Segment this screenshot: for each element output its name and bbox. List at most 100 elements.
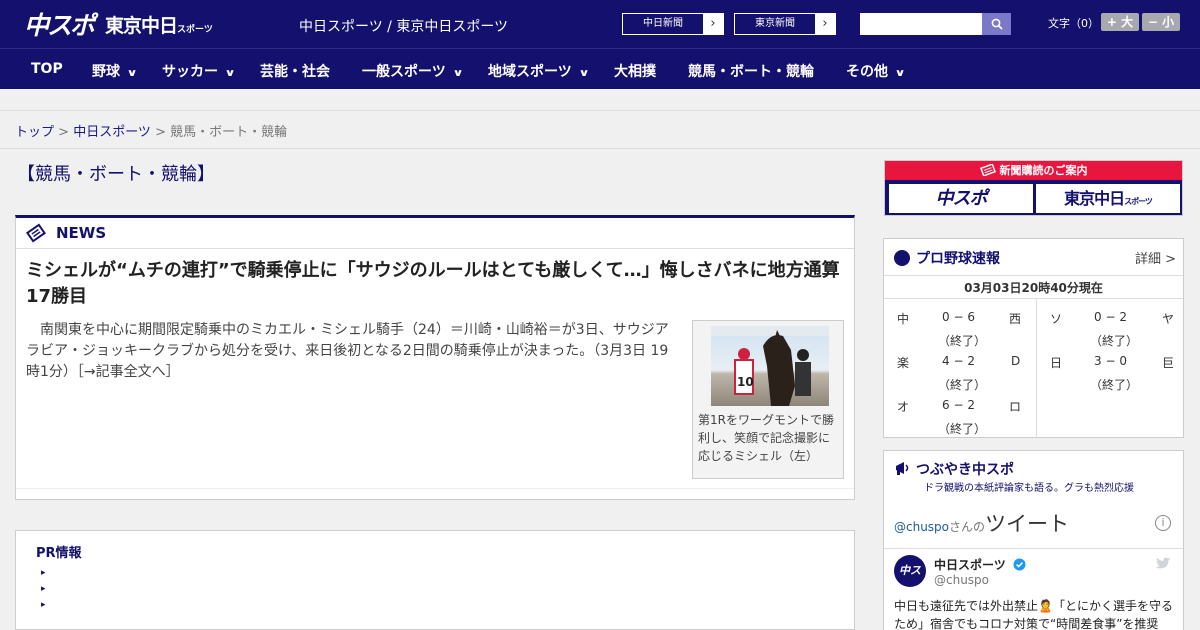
search-input[interactable] [860, 13, 982, 35]
news-photo-image: 10 [711, 326, 829, 406]
divider [884, 548, 1183, 549]
megaphone-icon [896, 462, 909, 475]
game-score[interactable]: 3 − 0 [1094, 354, 1127, 368]
divider [1036, 299, 1037, 438]
site-logo[interactable]: 中スポ 東京中日スポーツ [24, 9, 213, 40]
game-home-team: 中 [897, 312, 910, 326]
baseball-details-link[interactable]: 詳細 > [1135, 248, 1176, 267]
game-away-team: 巨 [1162, 356, 1175, 370]
baseball-scores: プロ野球速報 詳細 > 03月03日20時40分現在 中 0 − 6 （終了） … [883, 238, 1184, 438]
news-label: NEWS [56, 224, 107, 242]
newspaper-icon [979, 163, 996, 177]
breadcrumb-current: 競馬・ボート・競輪 [170, 125, 288, 140]
news-headline[interactable]: ミシェルが“ムチの連打”で騎乗停止に「サウジのルールはとても厳しくて…」悔しさバ… [26, 258, 848, 310]
pr-link-1[interactable]: ▸ [41, 568, 46, 578]
baseball-title: プロ野球速報 [894, 248, 1000, 268]
twitter-subtitle: ドラ観戦の本紙評論家も語る。グラも熱烈応援 [924, 483, 1134, 494]
search-button[interactable] [982, 13, 1011, 35]
sub-strip [0, 89, 1200, 111]
news-header: NEWS [16, 218, 854, 249]
site-name[interactable]: 中日スポーツ / 東京中日スポーツ [299, 16, 508, 36]
game-status: （終了） [1090, 334, 1139, 348]
game-home-team: 楽 [897, 356, 910, 370]
game-status: （終了） [938, 422, 987, 436]
subscription-bar: 新聞購読のご案内 [885, 161, 1182, 180]
logo-chuspo: 中スポ [24, 11, 95, 40]
game-away-team: ヤ [1162, 312, 1175, 326]
avatar[interactable]: 中スポ [894, 555, 926, 609]
subscribe-tokyo-chunichi-button[interactable]: 東京中日スポーツ [1036, 184, 1180, 213]
jockey-horse-image: 10 [711, 326, 829, 406]
game-status: （終了） [938, 334, 987, 348]
breadcrumb-section[interactable]: 中日スポーツ [73, 125, 151, 140]
breadcrumb-top[interactable]: トップ [15, 125, 54, 140]
font-smaller-button[interactable]: − 小 [1142, 13, 1180, 31]
nav-item-soccer[interactable]: サッカー ∨ [162, 61, 236, 81]
search-icon [991, 18, 1003, 30]
game-away-team: 西 [1009, 312, 1022, 326]
news-photo-caption: 第1Rをワーグモントで勝利し、笑顔で記念撮影に応じるミシェル（左） [698, 413, 834, 463]
chevron-right-icon: › [815, 14, 835, 34]
info-icon[interactable]: i [1155, 515, 1171, 531]
breadcrumb: トップ > 中日スポーツ > 競馬・ボート・競輪 [15, 125, 288, 140]
baseball-updated-time: 03月03日20時40分現在 [884, 275, 1183, 299]
chevron-down-icon: ∨ [894, 68, 906, 79]
game-away-team: D [1011, 354, 1021, 368]
nav-item-other[interactable]: その他 ∨ [846, 61, 906, 81]
tokyo-shinbun-link[interactable]: 東京新聞 › [734, 13, 836, 35]
font-larger-button[interactable]: + 大 [1101, 13, 1139, 31]
game-score[interactable]: 4 − 2 [942, 354, 975, 368]
chevron-down-icon: ∨ [578, 68, 590, 79]
game-score[interactable]: 6 − 2 [942, 398, 975, 412]
news-photo[interactable]: 10 第1Rをワーグモントで勝利し、笑顔で記念撮影に応じるミシェル（左） [692, 320, 844, 479]
subscription-banner: 新聞購読のご案内 中スポ 東京中日スポーツ [884, 160, 1183, 216]
nav-item-sumo[interactable]: 大相撲 [614, 61, 656, 81]
baseball-icon [894, 250, 910, 266]
divider [0, 148, 1200, 149]
twitter-bird-icon[interactable] [1155, 557, 1171, 571]
game-home-team: ソ [1050, 312, 1063, 326]
game-home-team: オ [897, 400, 910, 414]
chunichi-shinbun-link[interactable]: 中日新聞 › [622, 13, 724, 35]
twitter-title: つぶやき中スポ [894, 459, 1014, 479]
main-nav: TOP 野球 ∨ サッカー ∨ 芸能・社会 一般スポーツ ∨ 地域スポーツ ∨ 大相撲 … [0, 48, 1200, 89]
news-lead[interactable]: 南関東を中心に期間限定騎乗中のミカエル・ミシェル騎手（24）＝川崎・山崎裕＝が3… [26, 320, 678, 383]
nav-item-general-sports[interactable]: 一般スポーツ ∨ [362, 61, 464, 81]
pr-box: PR情報 ▸ ▸ ▸ [15, 530, 855, 630]
subscribe-chuspo-button[interactable]: 中スポ [889, 184, 1033, 213]
pr-link-3[interactable]: ▸ [41, 600, 46, 610]
nav-item-baseball[interactable]: 野球 ∨ [92, 61, 138, 81]
game-status: （終了） [1090, 378, 1139, 392]
twitter-widget: つぶやき中スポ ドラ観戦の本紙評論家も語る。グラも熱烈応援 @chuspoさんの… [883, 450, 1184, 630]
pr-title: PR情報 [36, 546, 82, 561]
game-score[interactable]: 0 − 6 [942, 310, 975, 324]
game-away-team: ロ [1009, 400, 1022, 414]
chevron-down-icon: ∨ [224, 68, 236, 79]
svg-text:10: 10 [737, 375, 754, 389]
tweet-user-handle[interactable]: @chuspo [934, 573, 989, 587]
chevron-right-icon: › [703, 14, 723, 34]
verified-icon [1013, 558, 1026, 571]
tweet-body[interactable]: 中日も遠征先では外出禁止🙎「とにかく選手を守るため」宿舎でもコロナ対策で“時間差… [894, 597, 1174, 630]
twitter-timeline-header: @chuspoさんのツイート [894, 512, 1070, 536]
newspaper-icon [26, 223, 46, 243]
game-status: （終了） [938, 378, 987, 392]
news-box: NEWS ミシェルが“ムチの連打”で騎乗停止に「サウジのルールはとても厳しくて…… [15, 215, 855, 500]
page-title: 【競馬・ボート・競輪】 [17, 164, 215, 185]
logo-tokyo-chunichi: 東京中日スポーツ [105, 14, 213, 37]
chevron-down-icon: ∨ [452, 68, 464, 79]
twitter-handle-link[interactable]: @chuspo [894, 520, 949, 534]
divider [16, 488, 854, 489]
nav-item-racing[interactable]: 競馬・ボート・競輪 [688, 61, 814, 81]
pr-link-2[interactable]: ▸ [41, 584, 46, 594]
nav-item-entertainment[interactable]: 芸能・社会 [260, 61, 330, 81]
chevron-down-icon: ∨ [126, 68, 138, 79]
game-home-team: 日 [1050, 356, 1063, 370]
nav-item-regional-sports[interactable]: 地域スポーツ ∨ [488, 61, 590, 81]
font-size-label: 文字（0） [1048, 17, 1099, 30]
search-form [860, 13, 1011, 35]
tweet-user-name[interactable]: 中日スポーツ [934, 556, 1026, 573]
game-score[interactable]: 0 − 2 [1094, 310, 1127, 324]
nav-item-top[interactable]: TOP [31, 61, 63, 77]
top-bar: 中スポ 東京中日スポーツ 中日スポーツ / 東京中日スポーツ 中日新聞 › 東京… [0, 0, 1200, 48]
